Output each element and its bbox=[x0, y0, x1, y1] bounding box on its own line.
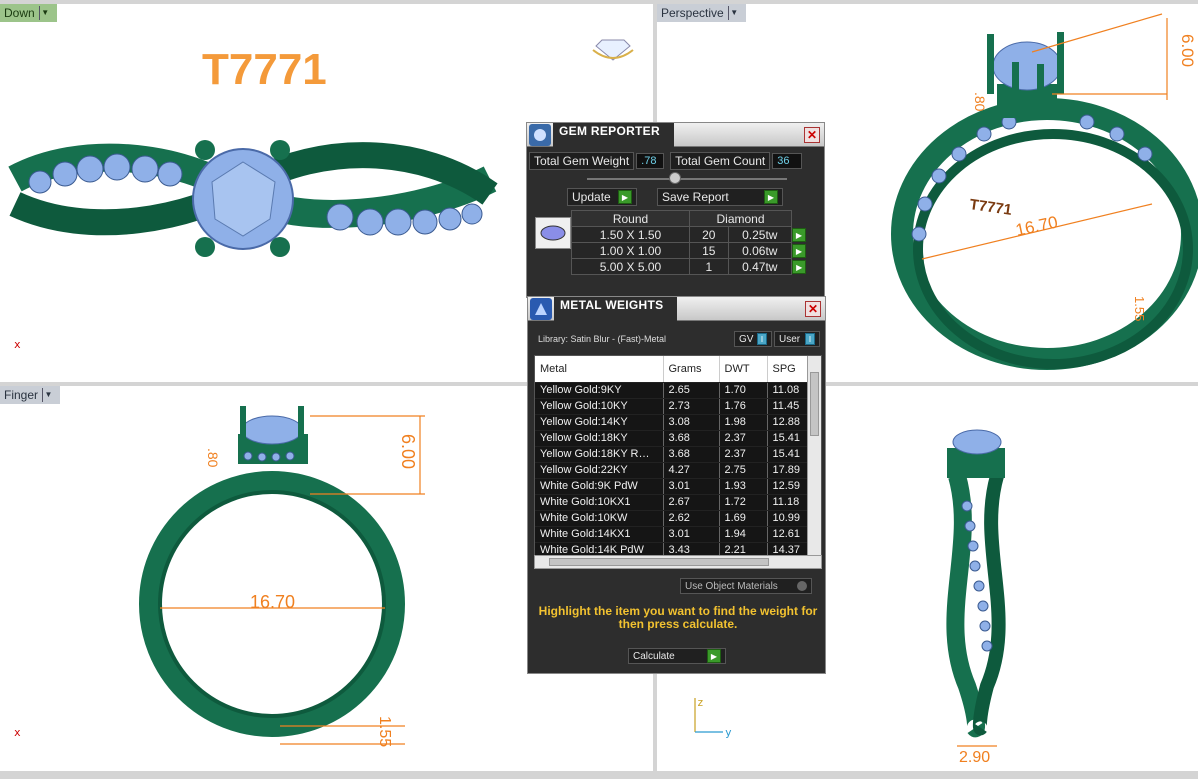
axis-y-label: y bbox=[725, 726, 732, 739]
svg-text:6.00: 6.00 bbox=[398, 434, 418, 469]
round-gem-icon bbox=[535, 217, 571, 249]
metal-row[interactable]: White Gold:10KX1 2.67 1.72 11.18 bbox=[535, 494, 808, 511]
toggle-icon: I bbox=[805, 333, 815, 345]
gem-reporter-title: GEM REPORTER bbox=[553, 122, 674, 147]
total-gem-weight-value: .78 bbox=[636, 153, 665, 169]
svg-text:2.90: 2.90 bbox=[959, 749, 990, 766]
col-metal[interactable]: Metal bbox=[535, 356, 664, 383]
model-label: T7771 bbox=[202, 45, 327, 94]
user-toggle[interactable]: User I bbox=[774, 331, 820, 347]
axis-x-label: x bbox=[14, 726, 21, 739]
metal-row[interactable]: Yellow Gold:14KY 3.08 1.98 12.88 bbox=[535, 414, 808, 431]
metal-row[interactable]: White Gold:10KW 2.62 1.69 10.99 bbox=[535, 510, 808, 527]
gem-row[interactable]: 1.50 X 1.50 20 0.25tw ▶ bbox=[571, 226, 807, 243]
save-report-button[interactable]: Save Report ▶ bbox=[657, 188, 783, 206]
col-spg[interactable]: SPG bbox=[767, 356, 808, 383]
chevron-down-icon[interactable]: ▼ bbox=[727, 6, 740, 20]
svg-text:.80: .80 bbox=[205, 448, 221, 468]
gv-toggle[interactable]: GV I bbox=[734, 331, 772, 347]
library-label: Library: Satin Blur - (Fast)-Metal bbox=[538, 334, 667, 344]
total-gem-weight-label: Total Gem Weight bbox=[529, 152, 635, 170]
svg-text:16.70: 16.70 bbox=[250, 592, 295, 612]
svg-text:1.55: 1.55 bbox=[1132, 296, 1147, 321]
play-icon: ▶ bbox=[707, 649, 721, 663]
metal-row[interactable]: Yellow Gold:22KY 4.27 2.75 17.89 bbox=[535, 462, 808, 479]
metal-weights-title: METAL WEIGHTS bbox=[554, 296, 678, 321]
axis-z-label: z bbox=[697, 696, 704, 709]
gem-row[interactable]: 5.00 X 5.00 1 0.47tw ▶ bbox=[571, 258, 807, 275]
collapse-handle[interactable] bbox=[669, 172, 681, 184]
play-icon[interactable]: ▶ bbox=[792, 228, 806, 243]
viewport-tab-down[interactable]: Down ▼ bbox=[0, 4, 57, 22]
calculate-button[interactable]: Calculate ▶ bbox=[628, 648, 726, 664]
gem-row[interactable]: 1.00 X 1.00 15 0.06tw ▶ bbox=[571, 242, 807, 259]
rhino-workspace: T7771 Down ▼ x 6.00 .80 16.70 T7771 1.55… bbox=[0, 0, 1198, 779]
svg-text:1.55: 1.55 bbox=[376, 716, 393, 747]
close-icon[interactable]: ✕ bbox=[804, 126, 820, 143]
scrollbar-thumb[interactable] bbox=[549, 558, 769, 566]
horizontal-scrollbar[interactable] bbox=[534, 555, 822, 569]
scrollbar-thumb[interactable] bbox=[810, 372, 819, 436]
update-button[interactable]: Update ▶ bbox=[567, 188, 637, 206]
metal-weights-titlebar[interactable]: METAL WEIGHTS ✕ bbox=[528, 296, 825, 321]
chevron-down-icon[interactable]: ▼ bbox=[38, 6, 51, 20]
play-icon: ▶ bbox=[764, 190, 778, 204]
divider bbox=[587, 178, 787, 180]
metal-row[interactable]: White Gold:14KX1 3.01 1.94 12.61 bbox=[535, 526, 808, 543]
vertical-scrollbar[interactable] bbox=[807, 356, 821, 568]
col-type: Diamond bbox=[689, 210, 792, 227]
total-gem-count-value: 36 bbox=[772, 153, 803, 169]
viewport-tab-finger[interactable]: Finger ▼ bbox=[0, 386, 61, 404]
metal-row[interactable]: Yellow Gold:10KY 2.73 1.76 11.45 bbox=[535, 398, 808, 415]
col-dwt[interactable]: DWT bbox=[719, 356, 768, 383]
svg-text:6.00: 6.00 bbox=[1178, 34, 1197, 67]
col-grams[interactable]: Grams bbox=[663, 356, 720, 383]
metal-row[interactable]: Yellow Gold:9KY 2.65 1.70 11.08 bbox=[535, 382, 808, 399]
hint-text: Highlight the item you want to find the … bbox=[538, 604, 818, 631]
close-icon[interactable]: ✕ bbox=[805, 300, 821, 317]
gem-reporter-icon bbox=[529, 123, 551, 146]
total-gem-count-label: Total Gem Count bbox=[670, 152, 771, 170]
col-shape: Round bbox=[571, 210, 690, 227]
play-icon: ▶ bbox=[618, 190, 632, 204]
axis-x-label: x bbox=[14, 338, 21, 351]
play-icon[interactable]: ▶ bbox=[792, 244, 806, 259]
radio-icon bbox=[797, 581, 807, 591]
metal-table[interactable]: Metal Grams DWT SPG Yellow Gold:9KY 2.65 1… bbox=[534, 355, 822, 569]
metal-row[interactable]: Yellow Gold:18KY R… 3.68 2.37 15.41 bbox=[535, 446, 808, 463]
viewport-tab-perspective[interactable]: Perspective ▼ bbox=[657, 4, 746, 22]
use-object-materials-toggle[interactable]: Use Object Materials bbox=[680, 578, 812, 594]
gem-reporter-panel: GEM REPORTER ✕ Total Gem Weight .78 Tota… bbox=[526, 122, 825, 298]
svg-text:16.70: 16.70 bbox=[1014, 212, 1060, 239]
svg-text:T7771: T7771 bbox=[968, 196, 1012, 219]
metal-row[interactable]: White Gold:9K PdW 3.01 1.93 12.59 bbox=[535, 478, 808, 495]
svg-text:.80: .80 bbox=[972, 92, 988, 112]
scale-icon bbox=[530, 297, 552, 320]
play-icon[interactable]: ▶ bbox=[792, 260, 807, 275]
gem-icon bbox=[592, 39, 634, 61]
gem-reporter-titlebar[interactable]: GEM REPORTER ✕ bbox=[527, 122, 824, 147]
metal-weights-panel: METAL WEIGHTS ✕ Library: Satin Blur - (F… bbox=[527, 296, 826, 674]
metal-row[interactable]: Yellow Gold:18KY 3.68 2.37 15.41 bbox=[535, 430, 808, 447]
toggle-icon: I bbox=[757, 333, 767, 345]
chevron-down-icon[interactable]: ▼ bbox=[42, 388, 54, 402]
